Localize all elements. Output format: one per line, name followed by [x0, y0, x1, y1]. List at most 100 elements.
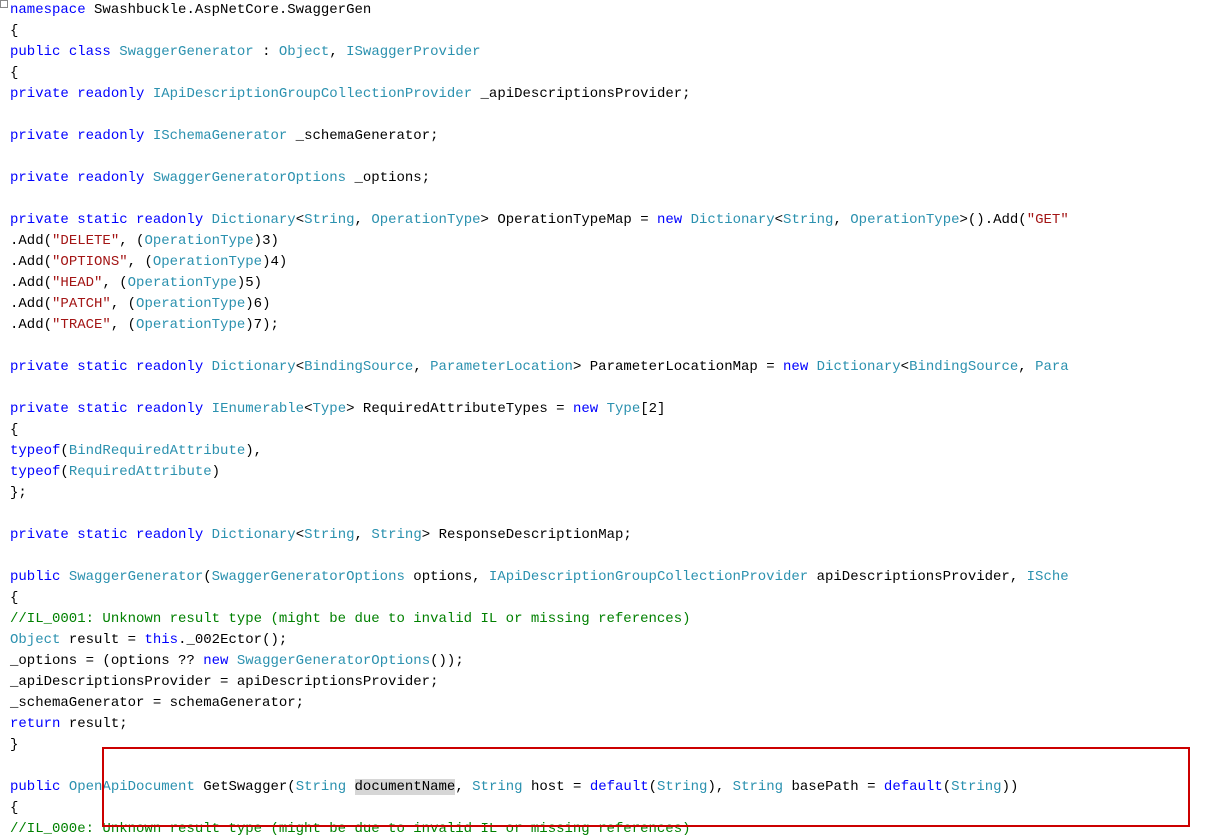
arr: [2]	[640, 401, 665, 417]
ident: result;	[69, 716, 128, 732]
kw-static: static	[77, 401, 127, 417]
add-call: .Add(	[10, 296, 52, 312]
sep: , (	[119, 233, 144, 249]
sep: , (	[111, 296, 136, 312]
field-name: ResponseDescriptionMap;	[439, 527, 632, 543]
comment: //IL_0001: Unknown result type (might be…	[10, 611, 691, 627]
cast: OperationType	[136, 317, 245, 333]
field-type: SwaggerGeneratorOptions	[153, 170, 346, 186]
kw-new: new	[203, 653, 228, 669]
kw-new: new	[783, 359, 808, 375]
end: )4)	[262, 254, 287, 270]
tval: OperationType	[371, 212, 480, 228]
kw-readonly: readonly	[77, 170, 144, 186]
colon: :	[262, 44, 270, 60]
comment: //IL_000e: Unknown result type (might be…	[10, 821, 691, 837]
kw-public: public	[10, 569, 60, 585]
tkey: BindingSource	[909, 359, 1018, 375]
tval: OperationType	[850, 212, 959, 228]
dict-type: Dictionary	[691, 212, 775, 228]
type: SwaggerGeneratorOptions	[237, 653, 430, 669]
cast: OperationType	[136, 296, 245, 312]
assign: _options = (options ??	[10, 653, 195, 669]
attr-type: BindRequiredAttribute	[69, 443, 245, 459]
param-name: apiDescriptionsProvider,	[817, 569, 1019, 585]
tkey: String	[304, 212, 354, 228]
field-name: RequiredAttributeTypes	[363, 401, 548, 417]
cast: OperationType	[144, 233, 253, 249]
kw-private: private	[10, 86, 69, 102]
field-type: ISchemaGenerator	[153, 128, 287, 144]
kw-readonly: readonly	[136, 359, 203, 375]
str-delete: "DELETE"	[52, 233, 119, 249]
tval: String	[371, 527, 421, 543]
cast: OperationType	[153, 254, 262, 270]
kw-public: public	[10, 779, 60, 795]
kw-readonly: readonly	[136, 401, 203, 417]
ienum-type: IEnumerable	[212, 401, 304, 417]
kw-readonly: readonly	[136, 212, 203, 228]
code-editor[interactable]: namespace Swashbuckle.AspNetCore.Swagger…	[0, 0, 1228, 840]
add-call: .Add(	[10, 254, 52, 270]
sep: , (	[102, 275, 127, 291]
targ: Type	[313, 401, 347, 417]
end: )6)	[245, 296, 270, 312]
end: )7);	[245, 317, 279, 333]
kw-readonly: readonly	[77, 128, 144, 144]
dict-type: Dictionary	[212, 212, 296, 228]
dict-type: Dictionary	[212, 527, 296, 543]
assign: _apiDescriptionsProvider = apiDescriptio…	[10, 674, 438, 690]
type: String	[951, 779, 1001, 795]
eq: =	[556, 401, 564, 417]
kw-static: static	[77, 212, 127, 228]
str-options: "OPTIONS"	[52, 254, 128, 270]
dict-type: Dictionary	[212, 359, 296, 375]
add-call: .Add(	[10, 233, 52, 249]
fold-icon[interactable]	[0, 0, 8, 8]
method-name: GetSwagger	[203, 779, 287, 795]
param-selected[interactable]: documentName	[355, 779, 456, 795]
end: )5)	[237, 275, 262, 291]
iface-type: ISwaggerProvider	[346, 44, 480, 60]
field-type: IApiDescriptionGroupCollectionProvider	[153, 86, 472, 102]
kw-typeof: typeof	[10, 464, 60, 480]
sep: , (	[128, 254, 153, 270]
str-patch: "PATCH"	[52, 296, 111, 312]
kw-namespace: namespace	[10, 2, 86, 18]
kw-class: class	[69, 44, 111, 60]
kw-static: static	[77, 359, 127, 375]
eq: =	[640, 212, 648, 228]
field-name: _apiDescriptionsProvider;	[481, 86, 691, 102]
kw-private: private	[10, 527, 69, 543]
param-name: basePath =	[792, 779, 876, 795]
end: ());	[430, 653, 464, 669]
tval-cut: Para	[1035, 359, 1069, 375]
kw-readonly: readonly	[77, 86, 144, 102]
kw-private: private	[10, 128, 69, 144]
field-name: _options;	[354, 170, 430, 186]
add-call: .Add(	[10, 275, 52, 291]
cast: OperationType	[128, 275, 237, 291]
param-type: String	[296, 779, 346, 795]
kw-private: private	[10, 170, 69, 186]
param-type: String	[733, 779, 783, 795]
str-head: "HEAD"	[52, 275, 102, 291]
param-name: host =	[531, 779, 581, 795]
field-name: _schemaGenerator;	[296, 128, 439, 144]
kw-new: new	[657, 212, 682, 228]
kw-default: default	[590, 779, 649, 795]
add-call: .Add(	[10, 317, 52, 333]
obj-type: Object	[10, 632, 60, 648]
call: ._002Ector();	[178, 632, 287, 648]
brace-open: {	[10, 23, 18, 39]
kw-typeof: typeof	[10, 443, 60, 459]
ctor-name: SwaggerGenerator	[69, 569, 203, 585]
tkey: String	[783, 212, 833, 228]
type-type: Type	[607, 401, 641, 417]
kw-public: public	[10, 44, 60, 60]
param-name: options,	[413, 569, 480, 585]
eq: =	[766, 359, 774, 375]
str-get: "GET"	[1027, 212, 1069, 228]
type: String	[657, 779, 707, 795]
dict-type: Dictionary	[817, 359, 901, 375]
